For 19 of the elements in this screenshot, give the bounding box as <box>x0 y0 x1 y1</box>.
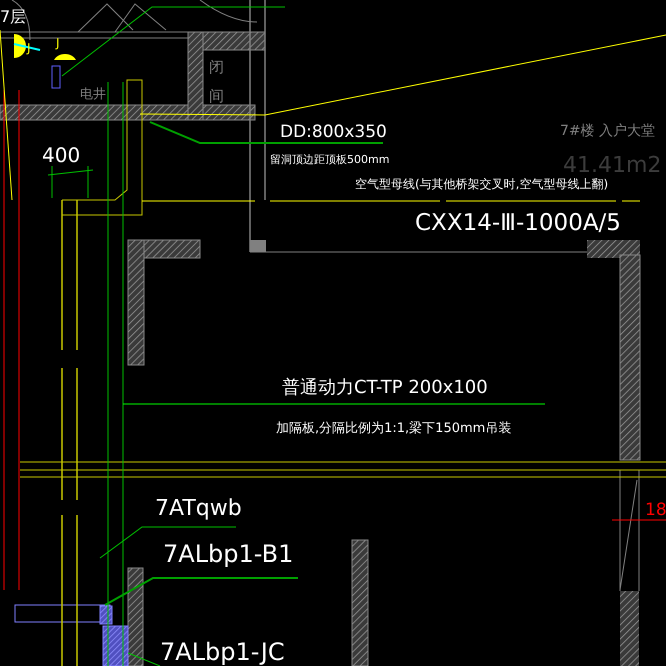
annotation-text: 7ALbp1-B1 <box>163 540 294 568</box>
annotation-text: 电井 <box>80 87 106 102</box>
annotation-text: 普通动力CT-TP 200x100 <box>282 377 488 398</box>
annotation-text: 7#楼 入户大堂 <box>560 123 656 139</box>
annotation-text: CXX14-Ⅲ-1000A/5 <box>415 210 621 236</box>
annotation-text: 7ALbp1-JC <box>160 638 285 666</box>
annotation-text: 400 <box>42 143 80 167</box>
annotation-text: 18 <box>645 500 666 520</box>
annotation-text: 空气型母线(与其他桥架交叉时,空气型母线上翻) <box>355 177 608 191</box>
annotation-text: 7ATqwb <box>155 496 242 521</box>
annotation-text: 加隔板,分隔比例为1:1,梁下150mm吊装 <box>276 421 512 436</box>
annotation-text: 闭 <box>209 58 224 76</box>
annotation-text: DD:800x350 <box>280 122 387 142</box>
annotation-text: 留洞顶边距顶板500mm <box>270 153 390 166</box>
annotation-text: 41.41m2 <box>563 153 662 178</box>
annotation-text: J <box>56 36 60 50</box>
annotation-text: J <box>27 41 31 55</box>
annotation-text: 间 <box>209 87 224 105</box>
annotation-text: 7层 <box>0 7 26 26</box>
